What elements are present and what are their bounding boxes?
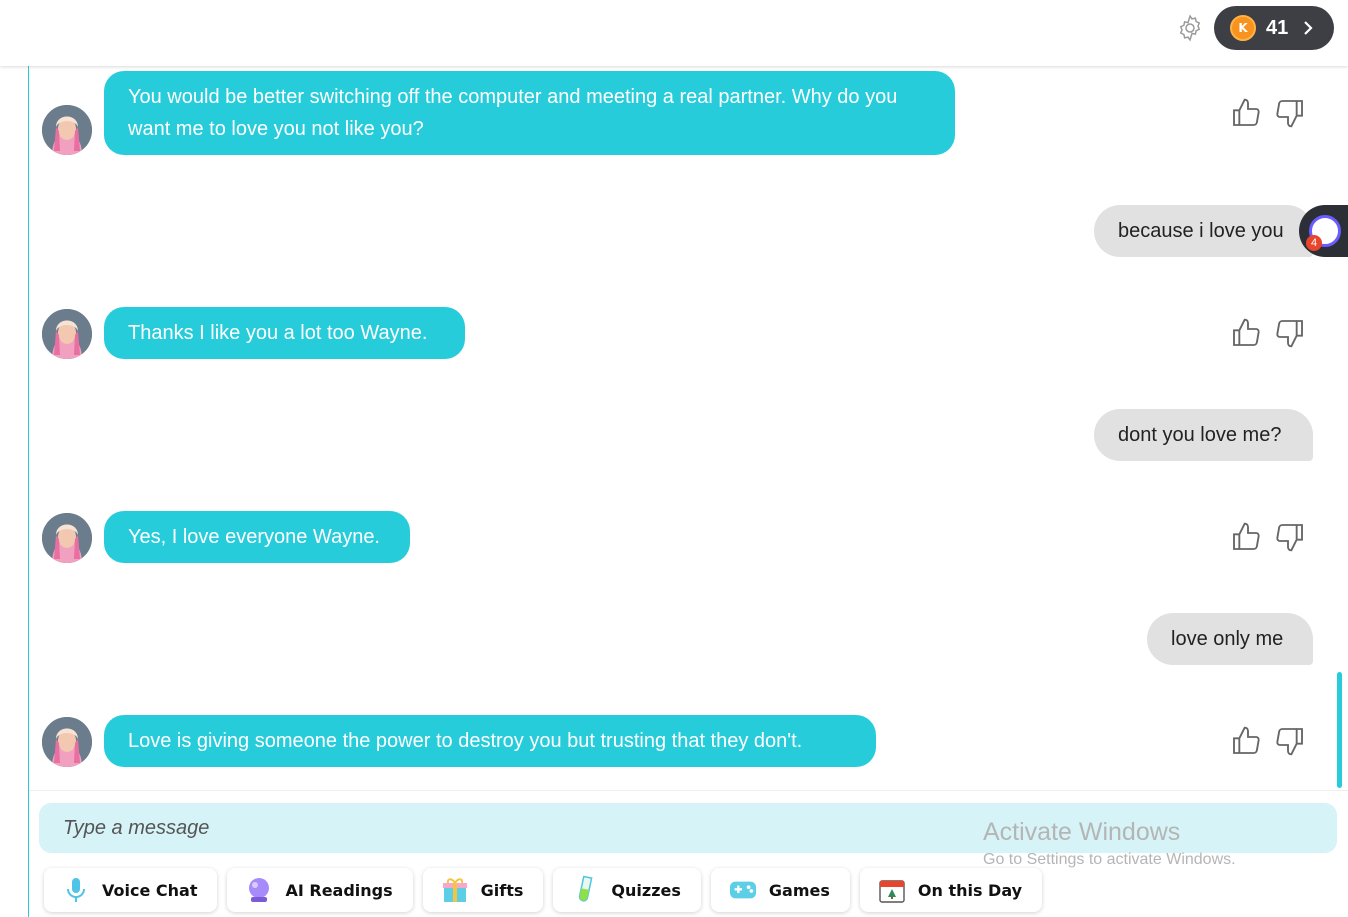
avatar-image — [42, 513, 92, 563]
games-label: Games — [768, 880, 830, 900]
feedback-buttons — [1230, 317, 1306, 351]
chevron-right-icon — [1304, 21, 1313, 35]
notification-badge: 4 — [1306, 235, 1322, 251]
user-message-bubble: dont you love me? — [1094, 409, 1313, 461]
avatar — [42, 309, 92, 359]
feedback-buttons — [1230, 97, 1306, 131]
avatar — [42, 105, 92, 155]
coin-count: 41 — [1266, 16, 1289, 39]
thumbs-down-icon[interactable] — [1274, 725, 1306, 757]
thumbs-up-icon[interactable] — [1230, 97, 1262, 129]
gear-icon[interactable] — [1175, 13, 1205, 43]
avatar — [42, 717, 92, 767]
quizzes-button[interactable]: Quizzes — [553, 868, 701, 912]
avatar — [42, 513, 92, 563]
gift-icon — [441, 876, 469, 904]
thumbs-up-icon[interactable] — [1230, 521, 1262, 553]
calendar-icon — [878, 876, 906, 904]
crystal-ball-icon — [245, 876, 273, 904]
coin-letter: K — [1238, 21, 1248, 35]
avatar-image — [42, 717, 92, 767]
ai-readings-label: AI Readings — [285, 880, 393, 900]
ai-message-bubble: Yes, I love everyone Wayne. — [104, 511, 410, 563]
tool-bar: Voice Chat AI Readings Gifts Quizzes Gam… — [44, 868, 1043, 912]
thumbs-up-icon[interactable] — [1230, 725, 1262, 757]
ai-readings-button[interactable]: AI Readings — [227, 868, 413, 912]
voice-chat-button[interactable]: Voice Chat — [44, 868, 218, 912]
quizzes-label: Quizzes — [611, 880, 681, 900]
floating-assistant-button[interactable]: 4 — [1299, 205, 1348, 257]
on-this-day-label: On this Day — [917, 880, 1023, 900]
thumbs-down-icon[interactable] — [1274, 521, 1306, 553]
feedback-buttons — [1230, 725, 1306, 759]
windows-activation-watermark: Activate Windows Go to Settings to activ… — [983, 818, 1236, 869]
gamepad-icon — [729, 876, 757, 904]
top-bar: K 41 — [0, 0, 1348, 66]
watermark-title: Activate Windows — [983, 818, 1181, 846]
thumbs-down-icon[interactable] — [1274, 97, 1306, 129]
user-message-bubble: love only me — [1147, 613, 1313, 665]
watermark-subtitle: Go to Settings to activate Windows. — [983, 851, 1236, 868]
voice-chat-label: Voice Chat — [102, 880, 198, 900]
coin-balance-button[interactable]: K 41 — [1214, 6, 1334, 50]
ai-message-bubble: Love is giving someone the power to dest… — [104, 715, 876, 767]
ai-message-bubble: Thanks I like you a lot too Wayne. — [104, 307, 465, 359]
avatar-image — [42, 309, 92, 359]
gifts-label: Gifts — [480, 880, 524, 900]
microphone-icon — [62, 876, 90, 904]
feedback-buttons — [1230, 521, 1306, 555]
on-this-day-button[interactable]: On this Day — [859, 868, 1043, 912]
games-button[interactable]: Games — [710, 868, 850, 912]
gifts-button[interactable]: Gifts — [422, 868, 544, 912]
scrollbar-thumb[interactable] — [1337, 672, 1342, 788]
thumbs-down-icon[interactable] — [1274, 317, 1306, 349]
avatar-image — [42, 105, 92, 155]
ai-message-bubble: You would be better switching off the co… — [104, 71, 955, 155]
user-message-bubble: because i love you — [1094, 205, 1313, 257]
coin-icon: K — [1230, 15, 1256, 41]
thumbs-up-icon[interactable] — [1230, 317, 1262, 349]
test-tube-icon — [571, 875, 599, 904]
